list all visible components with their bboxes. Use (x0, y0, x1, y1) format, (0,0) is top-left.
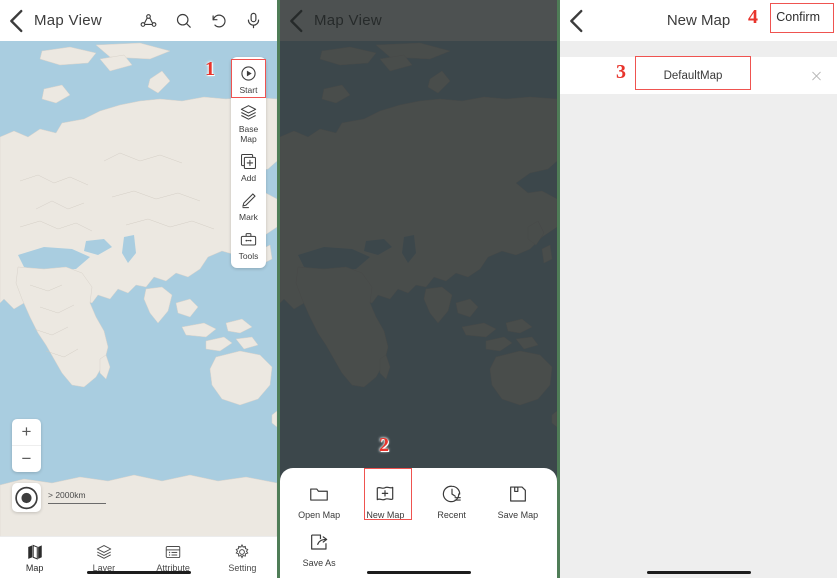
bottom-navigation: Map Layer Attribute Setting (0, 536, 277, 578)
pencil-icon (242, 193, 256, 209)
save-map-sheet-item[interactable]: Save Map (485, 477, 551, 525)
map-scale: > 2000km (48, 490, 106, 504)
mark-toolbar-button[interactable]: Mark (231, 186, 266, 225)
locate-icon (15, 486, 38, 509)
sheet-item-grid: Open Map New Map Recent Save Map Save As (280, 468, 557, 573)
new-map-body: DefaultMap (560, 41, 837, 578)
mark-toolbar-label: Mark (239, 212, 258, 222)
map-icon (27, 544, 42, 560)
base-map-toolbar-button[interactable]: Base Map (231, 98, 266, 147)
map-scale-bar (48, 503, 106, 504)
clock-recent-icon (442, 485, 461, 503)
page-title: Map View (34, 12, 102, 29)
base-map-label-line2: Map (240, 134, 257, 144)
start-toolbar-label: Start (239, 85, 258, 95)
recent-label: Recent (437, 510, 466, 520)
add-toolbar-label: Add (240, 173, 257, 183)
home-indicator (646, 570, 751, 574)
home-indicator (86, 570, 191, 574)
save-as-icon (311, 534, 328, 550)
search-icon[interactable] (174, 11, 193, 30)
open-map-label: Open Map (298, 510, 341, 520)
panel-new-map: New Map Confirm DefaultMap 3 4 (560, 0, 837, 578)
body-top-spacer (560, 41, 837, 57)
panel-map-view: Map View Start Base Map Add Mark Tools +… (0, 0, 277, 578)
folder-icon (310, 488, 328, 501)
annotation-4: 4 (748, 6, 758, 28)
save-as-label: Save As (302, 558, 336, 568)
nav-item-map[interactable]: Map (0, 543, 69, 573)
play-circle-icon (241, 66, 256, 81)
tools-toolbar-button[interactable]: Tools (231, 225, 266, 264)
base-map-label-line1: Base (238, 124, 259, 134)
map-name-row: DefaultMap (560, 57, 837, 94)
new-map-label: New Map (366, 510, 405, 520)
recent-sheet-item[interactable]: Recent (419, 477, 485, 525)
back-button[interactable] (0, 0, 34, 41)
start-toolbar-button[interactable]: Start (231, 59, 266, 98)
undo-icon[interactable] (209, 11, 228, 30)
tools-toolbar-label: Tools (238, 251, 259, 261)
confirm-button[interactable]: Confirm (767, 6, 829, 28)
locate-button[interactable] (12, 483, 41, 512)
new-map-header: New Map Confirm (560, 0, 837, 42)
map-canvas[interactable]: Start Base Map Add Mark Tools + − > 2000… (0, 41, 277, 537)
open-map-sheet-item[interactable]: Open Map (286, 477, 352, 525)
map-tool-panel: Start Base Map Add Mark Tools (231, 57, 266, 268)
new-map-sheet-item[interactable]: New Map (352, 477, 418, 525)
map-scale-label: > 2000km (48, 490, 86, 500)
home-indicator (366, 570, 471, 574)
save-as-sheet-item[interactable]: Save As (286, 525, 352, 573)
nav-item-layer[interactable]: Layer (69, 543, 138, 573)
microphone-icon[interactable] (244, 11, 263, 30)
layers-icon (96, 544, 112, 559)
save-map-label: Save Map (497, 510, 539, 520)
share-nodes-icon[interactable] (139, 11, 158, 30)
annotation-1: 1 (205, 58, 215, 80)
nav-label-setting: Setting (228, 562, 257, 573)
screenshot-root: Map View Start Base Map Add Mark Tools +… (0, 0, 840, 578)
gear-icon (235, 543, 249, 559)
map-action-sheet: Open Map New Map Recent Save Map Save As (280, 468, 557, 578)
map-name-input[interactable]: DefaultMap (638, 61, 748, 90)
new-map-icon (377, 486, 394, 501)
annotation-3: 3 (616, 61, 626, 83)
close-icon[interactable] (810, 69, 823, 82)
toolbox-icon (240, 233, 257, 246)
header-icon-group (139, 11, 277, 30)
add-square-icon (241, 154, 256, 169)
nav-label-map: Map (25, 562, 44, 573)
chevron-left-icon (10, 9, 23, 32)
nav-item-attribute[interactable]: Attribute (139, 543, 208, 573)
annotation-2: 2 (379, 434, 389, 456)
floppy-save-icon (509, 486, 526, 502)
layers-icon (240, 105, 257, 120)
panel-map-menu: Map View (280, 0, 557, 578)
map-view-header: Map View (0, 0, 277, 42)
nav-item-setting[interactable]: Setting (208, 543, 277, 573)
add-toolbar-button[interactable]: Add (231, 147, 266, 186)
attribute-table-icon (165, 545, 181, 558)
